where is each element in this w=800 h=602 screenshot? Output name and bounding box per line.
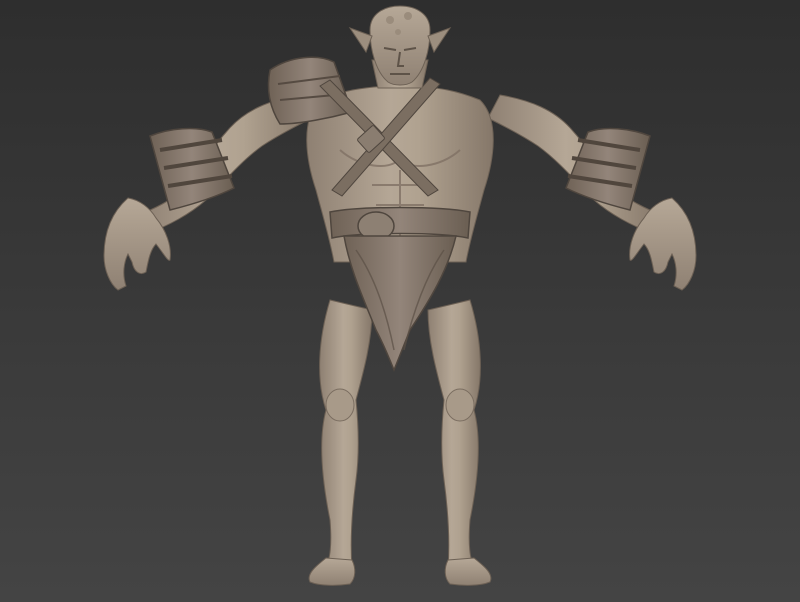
right-foot — [444, 557, 492, 586]
head-bump — [386, 16, 394, 24]
left-leg — [319, 299, 373, 569]
left-ear — [348, 27, 373, 54]
head-bump — [395, 29, 401, 35]
right-knee — [445, 388, 475, 422]
left-foot — [308, 557, 356, 586]
left-bracer — [149, 127, 235, 211]
belt — [329, 206, 471, 239]
sculpt-viewport[interactable] — [0, 0, 800, 602]
character-sculpt — [103, 5, 697, 586]
right-ear — [427, 27, 452, 54]
right-leg — [427, 299, 481, 569]
left-knee — [325, 388, 355, 422]
right-bracer — [565, 127, 651, 211]
head-bump — [404, 12, 412, 20]
